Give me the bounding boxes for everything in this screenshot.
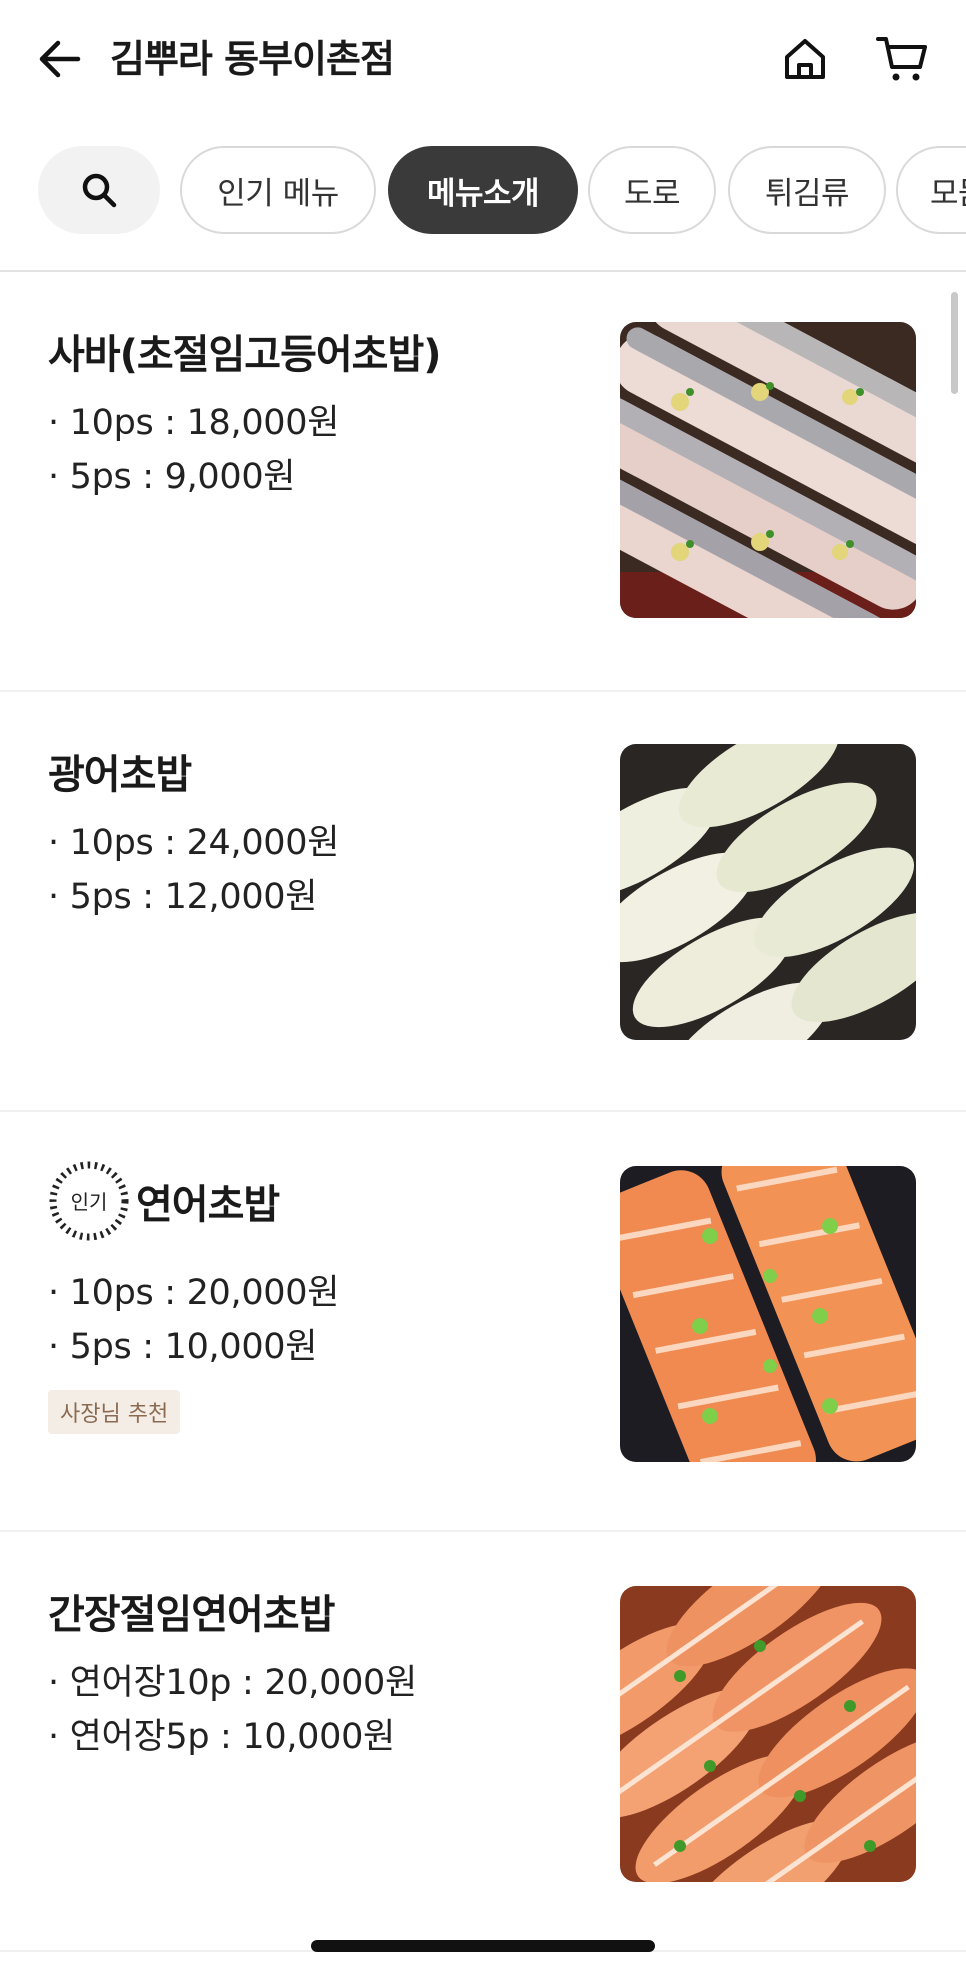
menu-item-price: · 10ps : 24,000원 <box>48 823 340 863</box>
chip-fried[interactable]: 튀김류 <box>728 146 886 234</box>
search-button[interactable] <box>38 146 160 234</box>
search-icon <box>82 173 117 208</box>
menu-item-price: · 5ps : 10,000원 <box>48 1327 318 1367</box>
menu-item-title-row: 광어초밥 <box>48 742 192 800</box>
menu-item-price: · 5ps : 12,000원 <box>48 877 318 917</box>
cart-button[interactable] <box>872 30 932 88</box>
menu-item-title-row: 사바(초절임고등어초밥) <box>48 322 442 380</box>
menu-item[interactable]: 광어초밥 · 10ps : 24,000원 · 5ps : 12,000원 <box>0 692 966 1112</box>
store-title: 김뿌라 동부이촌점 <box>110 37 395 81</box>
menu-item-photo <box>620 322 916 618</box>
menu-item-photo <box>620 1166 916 1462</box>
menu-item-price: · 10ps : 18,000원 <box>48 403 340 443</box>
menu-item-price: · 연어장5p : 10,000원 <box>48 1717 395 1757</box>
back-button[interactable] <box>34 30 86 88</box>
menu-item-name: 간장절임연어초밥 <box>48 1592 335 1638</box>
home-icon <box>785 39 825 79</box>
menu-item-name: 광어초밥 <box>48 752 192 798</box>
menu-item-title-row: 인기 연어초밥 <box>48 1160 280 1242</box>
menu-item-price: · 5ps : 9,000원 <box>48 457 296 497</box>
popular-badge-icon: 인기 <box>49 1161 129 1241</box>
cart-icon <box>876 37 927 81</box>
menu-item-price: · 10ps : 20,000원 <box>48 1273 340 1313</box>
arrow-left-icon <box>39 40 81 78</box>
chip-popular-menu[interactable]: 인기 메뉴 <box>180 146 376 234</box>
popular-badge-label: 인기 <box>71 1190 108 1214</box>
menu-item-photo <box>620 1586 916 1882</box>
menu-screen: 김뿌라 동부이촌점 인기 메뉴 메뉴소개 도로 튀김류 모둠 <box>0 0 966 1974</box>
menu-item-title-row: 간장절임연어초밥 <box>48 1582 335 1640</box>
menu-item-name: 연어초밥 <box>136 1182 280 1228</box>
menu-item-price: · 연어장10p : 20,000원 <box>48 1663 417 1703</box>
owner-recommend-tag: 사장님 추천 <box>48 1390 181 1434</box>
menu-item[interactable]: 사바(초절임고등어초밥) · 10ps : 18,000원 · 5ps : 9,… <box>0 272 966 692</box>
home-indicator[interactable] <box>311 1940 655 1952</box>
chip-menu-intro[interactable]: 메뉴소개 <box>388 146 578 234</box>
menu-item-name: 사바(초절임고등어초밥) <box>48 332 442 378</box>
menu-item-photo <box>620 744 916 1040</box>
popular-badge: 인기 <box>48 1160 130 1242</box>
menu-item[interactable]: 인기 연어초밥 · 10ps : 20,000원 · 5ps : 10,000원… <box>0 1112 966 1532</box>
menu-item[interactable]: 간장절임연어초밥 · 연어장10p : 20,000원 · 연어장5p : 10… <box>0 1532 966 1952</box>
chip-doro[interactable]: 도로 <box>588 146 716 234</box>
category-chip-bar: 인기 메뉴 메뉴소개 도로 튀김류 모둠 <box>0 144 966 236</box>
home-button[interactable] <box>776 30 834 88</box>
chip-assorted[interactable]: 모둠 <box>896 146 966 234</box>
top-header: 김뿌라 동부이촌점 <box>0 0 966 120</box>
